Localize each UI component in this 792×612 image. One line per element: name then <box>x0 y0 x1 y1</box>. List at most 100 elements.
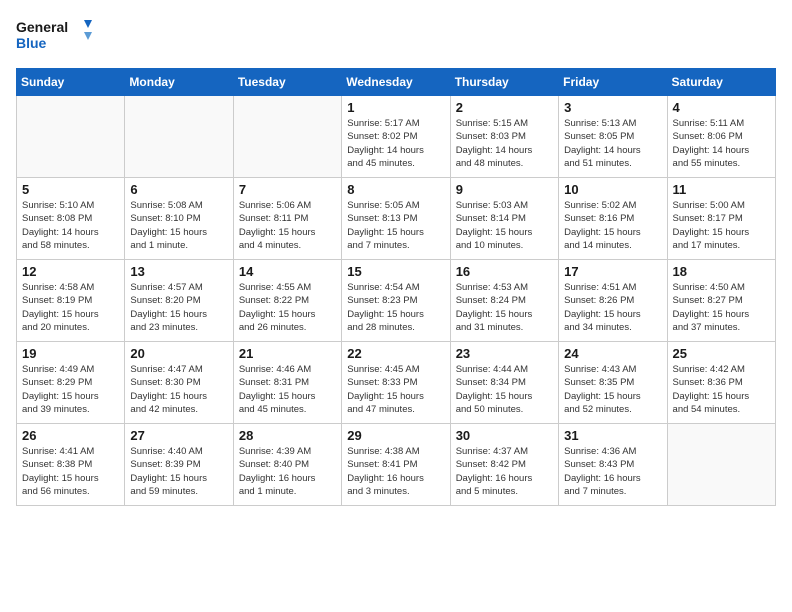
day-number: 6 <box>130 182 227 197</box>
day-number: 11 <box>673 182 770 197</box>
day-info: Sunrise: 5:15 AM Sunset: 8:03 PM Dayligh… <box>456 117 553 170</box>
day-info: Sunrise: 4:55 AM Sunset: 8:22 PM Dayligh… <box>239 281 336 334</box>
column-header-tuesday: Tuesday <box>233 69 341 96</box>
calendar-cell: 21 Sunrise: 4:46 AM Sunset: 8:31 PM Dayli… <box>233 342 341 424</box>
day-info: Sunrise: 4:57 AM Sunset: 8:20 PM Dayligh… <box>130 281 227 334</box>
day-info: Sunrise: 5:11 AM Sunset: 8:06 PM Dayligh… <box>673 117 770 170</box>
day-number: 15 <box>347 264 444 279</box>
day-number: 4 <box>673 100 770 115</box>
column-header-friday: Friday <box>559 69 667 96</box>
column-header-monday: Monday <box>125 69 233 96</box>
calendar-cell: 30 Sunrise: 4:37 AM Sunset: 8:42 PM Dayli… <box>450 424 558 506</box>
calendar-cell: 7 Sunrise: 5:06 AM Sunset: 8:11 PM Daylig… <box>233 178 341 260</box>
day-number: 29 <box>347 428 444 443</box>
day-info: Sunrise: 4:50 AM Sunset: 8:27 PM Dayligh… <box>673 281 770 334</box>
day-number: 31 <box>564 428 661 443</box>
week-row-2: 5 Sunrise: 5:10 AM Sunset: 8:08 PM Daylig… <box>17 178 776 260</box>
day-info: Sunrise: 4:41 AM Sunset: 8:38 PM Dayligh… <box>22 445 119 498</box>
day-info: Sunrise: 4:51 AM Sunset: 8:26 PM Dayligh… <box>564 281 661 334</box>
day-number: 14 <box>239 264 336 279</box>
day-info: Sunrise: 4:44 AM Sunset: 8:34 PM Dayligh… <box>456 363 553 416</box>
day-number: 8 <box>347 182 444 197</box>
page-header: General Blue <box>16 16 776 56</box>
day-info: Sunrise: 4:37 AM Sunset: 8:42 PM Dayligh… <box>456 445 553 498</box>
day-number: 24 <box>564 346 661 361</box>
day-info: Sunrise: 4:43 AM Sunset: 8:35 PM Dayligh… <box>564 363 661 416</box>
svg-text:Blue: Blue <box>16 35 47 51</box>
calendar-cell: 22 Sunrise: 4:45 AM Sunset: 8:33 PM Dayli… <box>342 342 450 424</box>
column-header-saturday: Saturday <box>667 69 775 96</box>
day-info: Sunrise: 5:03 AM Sunset: 8:14 PM Dayligh… <box>456 199 553 252</box>
calendar-cell <box>667 424 775 506</box>
day-number: 5 <box>22 182 119 197</box>
calendar-cell: 17 Sunrise: 4:51 AM Sunset: 8:26 PM Dayli… <box>559 260 667 342</box>
calendar-table: SundayMondayTuesdayWednesdayThursdayFrid… <box>16 68 776 506</box>
calendar-cell: 19Sunrise: 4:49 AM Sunset: 8:29 PM Dayli… <box>17 342 125 424</box>
day-info: Sunrise: 5:13 AM Sunset: 8:05 PM Dayligh… <box>564 117 661 170</box>
calendar-cell: 26 Sunrise: 4:41 AM Sunset: 8:38 PM Dayli… <box>17 424 125 506</box>
week-row-1: 1Sunrise: 5:17 AM Sunset: 8:02 PM Daylig… <box>17 96 776 178</box>
calendar-cell: 14 Sunrise: 4:55 AM Sunset: 8:22 PM Dayli… <box>233 260 341 342</box>
day-info: Sunrise: 5:00 AM Sunset: 8:17 PM Dayligh… <box>673 199 770 252</box>
calendar-cell: 24 Sunrise: 4:43 AM Sunset: 8:35 PM Dayli… <box>559 342 667 424</box>
calendar-header-row: SundayMondayTuesdayWednesdayThursdayFrid… <box>17 69 776 96</box>
day-number: 25 <box>673 346 770 361</box>
day-number: 12 <box>22 264 119 279</box>
svg-text:General: General <box>16 19 68 35</box>
column-header-wednesday: Wednesday <box>342 69 450 96</box>
day-number: 17 <box>564 264 661 279</box>
calendar-cell: 29 Sunrise: 4:38 AM Sunset: 8:41 PM Dayli… <box>342 424 450 506</box>
day-info: Sunrise: 4:54 AM Sunset: 8:23 PM Dayligh… <box>347 281 444 334</box>
calendar-cell: 16 Sunrise: 4:53 AM Sunset: 8:24 PM Dayli… <box>450 260 558 342</box>
day-number: 26 <box>22 428 119 443</box>
day-info: Sunrise: 5:05 AM Sunset: 8:13 PM Dayligh… <box>347 199 444 252</box>
calendar-cell: 2 Sunrise: 5:15 AM Sunset: 8:03 PM Daylig… <box>450 96 558 178</box>
calendar-cell: 18 Sunrise: 4:50 AM Sunset: 8:27 PM Dayli… <box>667 260 775 342</box>
day-number: 22 <box>347 346 444 361</box>
day-number: 3 <box>564 100 661 115</box>
calendar-cell: 25Sunrise: 4:42 AM Sunset: 8:36 PM Dayli… <box>667 342 775 424</box>
day-number: 27 <box>130 428 227 443</box>
column-header-sunday: Sunday <box>17 69 125 96</box>
day-info: Sunrise: 4:58 AM Sunset: 8:19 PM Dayligh… <box>22 281 119 334</box>
calendar-cell: 8 Sunrise: 5:05 AM Sunset: 8:13 PM Daylig… <box>342 178 450 260</box>
calendar-cell <box>17 96 125 178</box>
calendar-cell: 5 Sunrise: 5:10 AM Sunset: 8:08 PM Daylig… <box>17 178 125 260</box>
day-number: 2 <box>456 100 553 115</box>
week-row-5: 26 Sunrise: 4:41 AM Sunset: 8:38 PM Dayli… <box>17 424 776 506</box>
day-info: Sunrise: 4:53 AM Sunset: 8:24 PM Dayligh… <box>456 281 553 334</box>
logo: General Blue <box>16 16 96 56</box>
day-info: Sunrise: 4:46 AM Sunset: 8:31 PM Dayligh… <box>239 363 336 416</box>
day-number: 28 <box>239 428 336 443</box>
column-header-thursday: Thursday <box>450 69 558 96</box>
day-info: Sunrise: 5:10 AM Sunset: 8:08 PM Dayligh… <box>22 199 119 252</box>
day-number: 23 <box>456 346 553 361</box>
logo-svg: General Blue <box>16 16 96 56</box>
calendar-cell: 9Sunrise: 5:03 AM Sunset: 8:14 PM Daylig… <box>450 178 558 260</box>
day-number: 13 <box>130 264 227 279</box>
calendar-cell: 15 Sunrise: 4:54 AM Sunset: 8:23 PM Dayli… <box>342 260 450 342</box>
day-number: 20 <box>130 346 227 361</box>
day-info: Sunrise: 4:36 AM Sunset: 8:43 PM Dayligh… <box>564 445 661 498</box>
day-info: Sunrise: 4:45 AM Sunset: 8:33 PM Dayligh… <box>347 363 444 416</box>
calendar-cell: 31 Sunrise: 4:36 AM Sunset: 8:43 PM Dayli… <box>559 424 667 506</box>
day-number: 30 <box>456 428 553 443</box>
week-row-3: 12 Sunrise: 4:58 AM Sunset: 8:19 PM Dayli… <box>17 260 776 342</box>
calendar-cell: 27 Sunrise: 4:40 AM Sunset: 8:39 PM Dayli… <box>125 424 233 506</box>
calendar-cell <box>233 96 341 178</box>
day-number: 16 <box>456 264 553 279</box>
day-info: Sunrise: 5:02 AM Sunset: 8:16 PM Dayligh… <box>564 199 661 252</box>
day-number: 1 <box>347 100 444 115</box>
calendar-cell: 28 Sunrise: 4:39 AM Sunset: 8:40 PM Dayli… <box>233 424 341 506</box>
day-info: Sunrise: 4:38 AM Sunset: 8:41 PM Dayligh… <box>347 445 444 498</box>
day-info: Sunrise: 4:40 AM Sunset: 8:39 PM Dayligh… <box>130 445 227 498</box>
day-number: 7 <box>239 182 336 197</box>
day-number: 21 <box>239 346 336 361</box>
day-number: 18 <box>673 264 770 279</box>
week-row-4: 19Sunrise: 4:49 AM Sunset: 8:29 PM Dayli… <box>17 342 776 424</box>
day-info: Sunrise: 5:06 AM Sunset: 8:11 PM Dayligh… <box>239 199 336 252</box>
day-info: Sunrise: 4:49 AM Sunset: 8:29 PM Dayligh… <box>22 363 119 416</box>
day-info: Sunrise: 4:39 AM Sunset: 8:40 PM Dayligh… <box>239 445 336 498</box>
day-number: 10 <box>564 182 661 197</box>
day-info: Sunrise: 4:47 AM Sunset: 8:30 PM Dayligh… <box>130 363 227 416</box>
